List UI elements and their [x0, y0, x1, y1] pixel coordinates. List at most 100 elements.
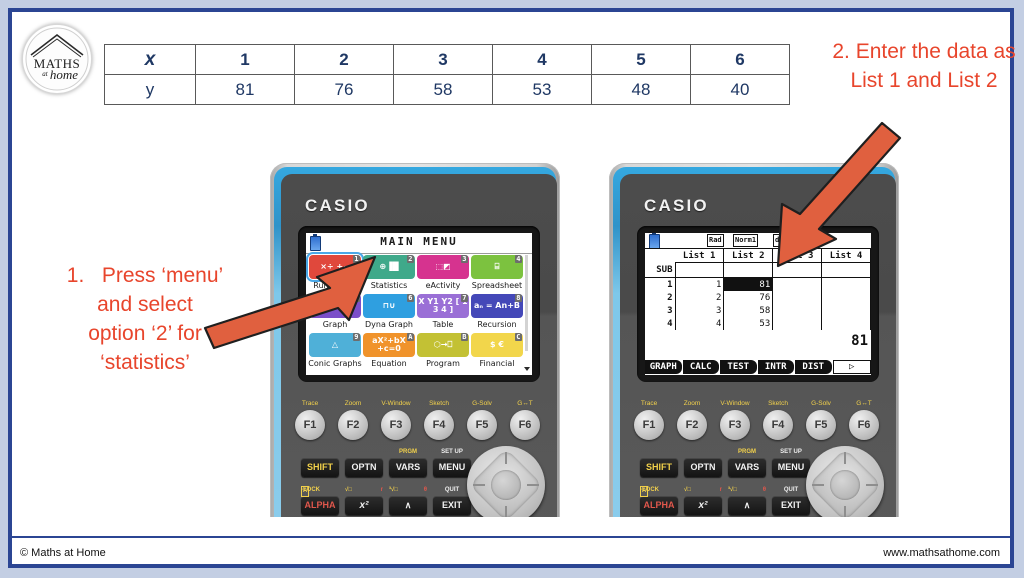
key-optn[interactable]: OPTN	[684, 458, 722, 477]
cell-r4-list2[interactable]: 53	[723, 317, 774, 330]
softkey-graph[interactable]: GRAPH	[645, 360, 682, 374]
key-shift[interactable]: SHIFT	[301, 458, 339, 477]
fkey-f1[interactable]: F1	[295, 410, 325, 440]
cell-r3-list1[interactable]: 3	[675, 304, 725, 317]
menu-tile-icon[interactable]: aₙ = An+B 8	[471, 294, 523, 318]
list-col-header-4[interactable]: List 4	[821, 249, 871, 263]
cell-r4-list4[interactable]	[821, 317, 871, 330]
cell-r1-list1[interactable]: 1	[675, 277, 725, 291]
cell-r2-list2[interactable]: 76	[723, 291, 774, 304]
function-key-f4[interactable]: Sketch F4	[422, 400, 456, 440]
key-vars[interactable]: VARS	[728, 458, 766, 477]
cell-r1-list3[interactable]	[772, 277, 823, 291]
list-col-header-2[interactable]: List 2	[723, 249, 774, 263]
dpad-center[interactable]	[491, 470, 521, 500]
cell-r4-list1[interactable]: 4	[675, 317, 725, 330]
dpad-down-icon[interactable]	[844, 506, 846, 517]
menu-cell-run-matrix[interactable]: ×÷ +− 1 Run-Matrix	[306, 252, 364, 293]
menu-cell-statistics[interactable]: ⊕▐█ 2 Statistics	[363, 255, 415, 293]
function-key-f5[interactable]: G-Solv F5	[804, 400, 838, 440]
fkey-f4[interactable]: F4	[763, 410, 793, 440]
footer-website[interactable]: www.mathsathome.com	[883, 547, 1000, 559]
calculator-screen-main-menu[interactable]: MAIN MENU ×÷ +− 1 Run-Matrix ⊕▐█ 2 Statistics…	[306, 233, 532, 375]
menu-tile-icon[interactable]: ×÷ +− 1	[306, 252, 364, 282]
sub-cell-1[interactable]	[675, 262, 725, 278]
cell-r1-list4[interactable]	[821, 277, 871, 291]
fkey-f4[interactable]: F4	[424, 410, 454, 440]
list-col-header-3[interactable]: List 3	[772, 249, 823, 263]
softkey-calc[interactable]: CALC	[682, 360, 719, 374]
dpad-left-icon[interactable]	[812, 484, 824, 486]
key-x-squared[interactable]: x²	[345, 496, 383, 515]
menu-tile-icon[interactable]: $ € C	[471, 333, 523, 357]
cell-r2-list1[interactable]: 2	[675, 291, 725, 304]
key-exit[interactable]: EXIT	[433, 496, 471, 515]
fkey-f2[interactable]: F2	[338, 410, 368, 440]
menu-tile-icon[interactable]: ⬚◩ 3	[417, 255, 469, 279]
function-key-f6[interactable]: G↔T F6	[847, 400, 881, 440]
fkey-f6[interactable]: F6	[849, 410, 879, 440]
sub-cell-2[interactable]	[723, 262, 774, 278]
dpad-right-icon[interactable]	[527, 484, 539, 486]
menu-tile-icon[interactable]: aX²+bX +c=0 A	[363, 333, 415, 357]
softkey-dist[interactable]: DIST	[795, 360, 832, 374]
function-key-f2[interactable]: Zoom F2	[336, 400, 370, 440]
menu-cell-equation[interactable]: aX²+bX +c=0 A Equation	[363, 333, 415, 371]
sub-cell-4[interactable]	[821, 262, 871, 278]
key-alpha[interactable]: ALPHA	[640, 496, 678, 515]
menu-cell-dyna-graph[interactable]: ⊓∪ 6 Dyna Graph	[363, 294, 415, 332]
menu-cell-table[interactable]: X Y1 Y2 [ 1 3 4 ] 7 Table	[417, 294, 469, 332]
dpad-center[interactable]	[830, 470, 860, 500]
directional-pad[interactable]	[806, 446, 884, 517]
key-exit[interactable]: EXIT	[772, 496, 810, 515]
key-x-squared[interactable]: x²	[684, 496, 722, 515]
fkey-f3[interactable]: F3	[720, 410, 750, 440]
key-shift[interactable]: SHIFT	[640, 458, 678, 477]
dpad-right-icon[interactable]	[866, 484, 878, 486]
fkey-f6[interactable]: F6	[510, 410, 540, 440]
menu-cell-eactivity[interactable]: ⬚◩ 3 eActivity	[417, 255, 469, 293]
dpad-up-icon[interactable]	[844, 452, 846, 464]
dpad-down-icon[interactable]	[505, 506, 507, 517]
menu-tile-icon[interactable]: X Y1 Y2 [ 1 3 4 ] 7	[417, 294, 469, 318]
menu-cell-graph[interactable]: ⌇ 5 Graph	[309, 294, 361, 332]
fkey-f3[interactable]: F3	[381, 410, 411, 440]
menu-cell-financial[interactable]: $ € C Financial	[471, 333, 523, 371]
menu-tile-icon[interactable]: ⊓∪ 6	[363, 294, 415, 318]
directional-pad[interactable]	[467, 446, 545, 517]
function-key-f6[interactable]: G↔T F6	[508, 400, 542, 440]
softkey-intr[interactable]: INTR	[757, 360, 794, 374]
fkey-f2[interactable]: F2	[677, 410, 707, 440]
dpad-left-icon[interactable]	[473, 484, 485, 486]
softkey-next-arrow-icon[interactable]: ▷	[832, 360, 871, 374]
fkey-f5[interactable]: F5	[806, 410, 836, 440]
menu-tile-icon[interactable]: ⊕▐█ 2	[363, 255, 415, 279]
sub-cell-3[interactable]	[772, 262, 823, 278]
menu-tile-icon[interactable]: ⌸ 4	[471, 255, 523, 279]
cell-r2-list3[interactable]	[772, 291, 823, 304]
fkey-f1[interactable]: F1	[634, 410, 664, 440]
menu-cell-spreadsheet[interactable]: ⌸ 4 Spreadsheet	[471, 255, 523, 293]
menu-scrollbar[interactable]	[524, 255, 530, 373]
function-key-f1[interactable]: Trace F1	[293, 400, 327, 440]
dpad-up-icon[interactable]	[505, 452, 507, 464]
list-col-header-1[interactable]: List 1	[675, 249, 725, 263]
menu-tile-icon[interactable]: ⬡→⎕ B	[417, 333, 469, 357]
cell-r2-list4[interactable]	[821, 291, 871, 304]
function-key-f5[interactable]: G-Solv F5	[465, 400, 499, 440]
list-editor-table[interactable]: List 1 List 2 List 3 List 4 SUB 1 1 81 2…	[645, 249, 871, 330]
chevron-down-icon[interactable]	[524, 367, 530, 371]
fkey-f5[interactable]: F5	[467, 410, 497, 440]
key-power[interactable]: ∧	[389, 496, 427, 515]
menu-tile-icon[interactable]: △ 9	[309, 333, 361, 357]
cell-r3-list3[interactable]	[772, 304, 823, 317]
cell-r3-list2[interactable]: 58	[723, 304, 774, 317]
function-key-f3[interactable]: V-Window F3	[379, 400, 413, 440]
function-key-f4[interactable]: Sketch F4	[761, 400, 795, 440]
key-menu[interactable]: MENU	[433, 458, 471, 477]
key-alpha[interactable]: ALPHA	[301, 496, 339, 515]
function-key-f2[interactable]: Zoom F2	[675, 400, 709, 440]
key-menu[interactable]: MENU	[772, 458, 810, 477]
key-power[interactable]: ∧	[728, 496, 766, 515]
calculator-screen-list[interactable]: Rad Norm1 d/c Real List 1 List 2 List 3 …	[645, 233, 871, 375]
